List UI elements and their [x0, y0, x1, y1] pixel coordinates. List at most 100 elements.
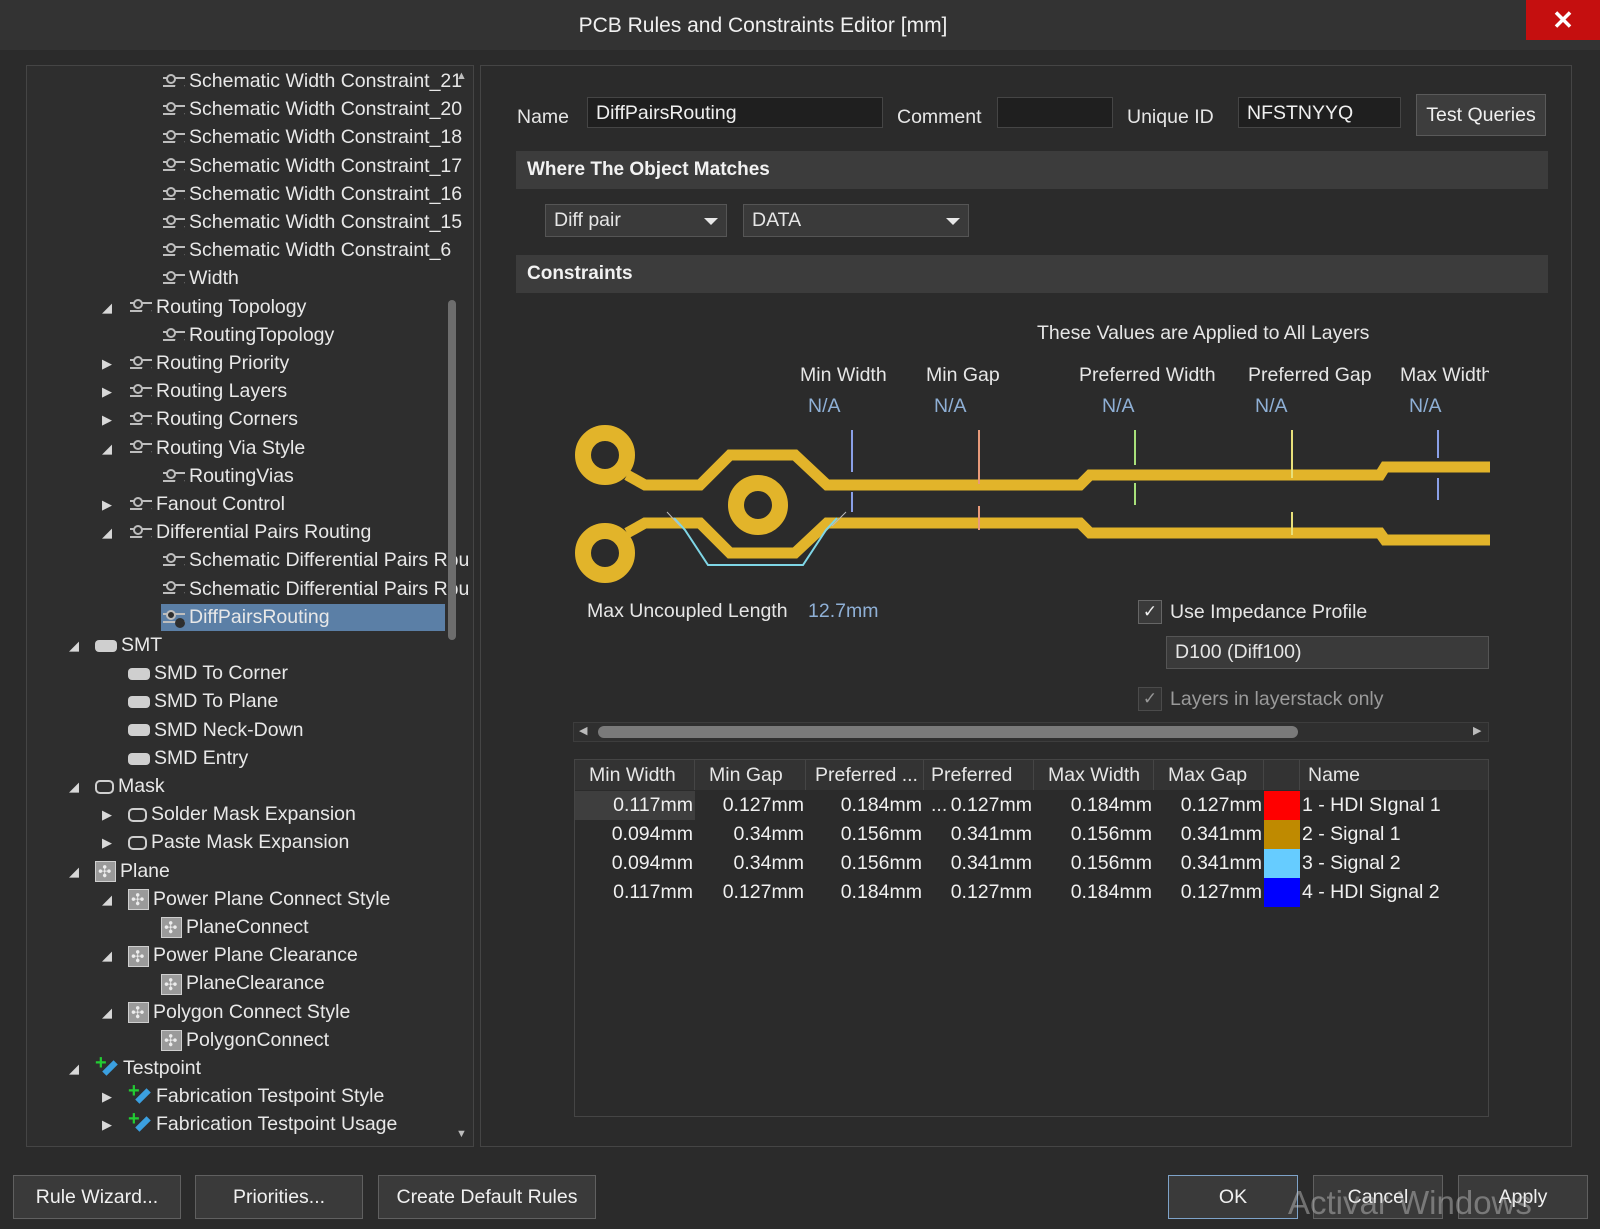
col-header-name[interactable]: Name — [1300, 760, 1488, 790]
table-cell[interactable]: 0.156mm — [806, 849, 922, 878]
collapse-arrow-icon[interactable]: ◢ — [102, 519, 114, 546]
tree-item[interactable]: ◢ Differential Pairs Routing — [102, 519, 371, 546]
tree-item[interactable]: Schematic Width Constraint_16 — [161, 181, 462, 208]
collapse-arrow-icon[interactable]: ◢ — [69, 773, 81, 800]
tree-item[interactable]: ◢ Power Plane Connect Style — [102, 886, 390, 914]
table-cell[interactable]: 0.127mm — [1146, 878, 1262, 907]
impedance-profile-select[interactable]: D100 (Diff100) — [1166, 636, 1489, 669]
col-header-preferred-gap[interactable]: Preferred ... — [924, 760, 1034, 816]
create-default-rules-button[interactable]: Create Default Rules — [378, 1175, 596, 1219]
table-cell[interactable]: 0.34mm — [688, 820, 804, 849]
table-cell[interactable]: 0.117mm — [577, 878, 693, 907]
table-cell[interactable]: 0.341mm — [1146, 849, 1262, 878]
tree-item[interactable]: Schematic Width Constraint_21 — [161, 68, 462, 95]
max-width-value[interactable]: N/A — [1409, 395, 1442, 418]
table-cell[interactable]: 0.094mm — [577, 849, 693, 878]
scroll-left-icon[interactable]: ◀ — [579, 724, 587, 737]
tree-item[interactable]: ◢ SMT — [69, 632, 162, 659]
unique-id-field[interactable]: NFSTNYYQ — [1238, 97, 1401, 128]
max-uncoupled-value[interactable]: 12.7mm — [808, 600, 878, 623]
table-cell[interactable]: 0.117mm — [577, 791, 693, 820]
tree-item[interactable]: ▶ Paste Mask Expansion — [102, 829, 349, 856]
table-cell[interactable]: 0.156mm — [1036, 849, 1152, 878]
tree-item[interactable]: Width — [161, 265, 239, 292]
table-cell[interactable]: 0.127mm — [688, 878, 804, 907]
collapse-arrow-icon[interactable]: ◢ — [69, 632, 81, 659]
tree-item[interactable]: ▶ Routing Corners — [102, 406, 298, 433]
expand-arrow-icon[interactable]: ▶ — [102, 829, 114, 856]
scope-select[interactable]: Diff pair — [545, 204, 727, 237]
collapse-arrow-icon[interactable]: ◢ — [69, 1055, 81, 1082]
col-header-min-width[interactable]: Min Width — [575, 760, 695, 790]
expand-arrow-icon[interactable]: ▶ — [102, 1111, 114, 1138]
tree-item[interactable]: ◢ Routing Topology — [102, 294, 306, 321]
tree-item[interactable]: ▶ Fabrication Testpoint Style — [102, 1078, 384, 1110]
tree-item[interactable]: PlaneConnect — [161, 914, 309, 942]
tree-item[interactable]: Schematic Width Constraint_15 — [161, 209, 462, 236]
table-cell[interactable]: 0.156mm — [806, 820, 922, 849]
collapse-arrow-icon[interactable]: ◢ — [102, 942, 114, 969]
tree-item[interactable]: ▶ Routing Layers — [102, 378, 287, 405]
close-button[interactable]: ✕ — [1526, 0, 1600, 40]
tree-item[interactable]: DiffPairsRouting — [161, 603, 445, 631]
collapse-arrow-icon[interactable]: ◢ — [102, 435, 114, 462]
table-cell[interactable]: 0.127mm — [916, 878, 1032, 907]
comment-field[interactable] — [997, 97, 1113, 128]
tree-item[interactable]: ◢ Power Plane Clearance — [102, 942, 358, 971]
scroll-right-icon[interactable]: ▶ — [1473, 724, 1481, 737]
tree-item[interactable]: SMD Neck-Down — [128, 717, 304, 744]
ok-button[interactable]: OK — [1168, 1175, 1298, 1219]
table-cell[interactable]: 0.184mm — [1036, 878, 1152, 907]
tree-item[interactable]: PolygonConnect — [161, 1027, 329, 1055]
rule-tree[interactable]: Schematic Width Constraint_21 Schematic W… — [26, 65, 474, 1147]
tree-item[interactable]: ◢ Polygon Connect Style — [102, 999, 350, 1027]
tree-scrollbar-thumb[interactable] — [448, 300, 456, 640]
expand-arrow-icon[interactable]: ▶ — [102, 406, 114, 433]
expand-arrow-icon[interactable]: ▶ — [102, 1083, 114, 1110]
expand-arrow-icon[interactable]: ▶ — [102, 801, 114, 828]
col-header-max-width[interactable]: Max Width — [1034, 760, 1154, 790]
tree-item[interactable]: ◢ Mask — [69, 773, 165, 800]
tree-item[interactable]: SMD Entry — [128, 745, 248, 772]
table-cell[interactable]: 0.341mm — [916, 849, 1032, 878]
table-cell[interactable]: 0.184mm — [806, 791, 922, 820]
table-cell[interactable]: 0.341mm — [1146, 820, 1262, 849]
scroll-down-icon[interactable]: ▼ — [456, 1128, 467, 1140]
use-impedance-checkbox[interactable]: ✓ — [1138, 600, 1162, 624]
col-header-preferred-width[interactable]: Preferred ... — [806, 760, 924, 790]
collapse-arrow-icon[interactable]: ◢ — [102, 886, 114, 913]
tree-item[interactable]: RoutingVias — [161, 463, 294, 490]
table-cell[interactable]: 0.094mm — [577, 820, 693, 849]
table-cell[interactable]: 0.156mm — [1036, 820, 1152, 849]
table-cell[interactable]: 0.341mm — [916, 820, 1032, 849]
table-cell[interactable]: 0.127mm — [1146, 791, 1262, 820]
tree-item[interactable]: ◢ Testpoint — [69, 1050, 201, 1082]
tree-item[interactable]: Schematic Width Constraint_18 — [161, 124, 462, 151]
scroll-up-icon[interactable]: ▲ — [456, 70, 467, 82]
tree-item[interactable]: ▶ Fabrication Testpoint Usage — [102, 1106, 397, 1138]
tree-item[interactable]: ▶ Solder Mask Expansion — [102, 801, 356, 828]
col-header-min-gap[interactable]: Min Gap — [695, 760, 806, 790]
table-cell[interactable]: 0.127mm — [916, 791, 1032, 820]
tree-item[interactable]: RoutingTopology — [161, 322, 334, 349]
name-field[interactable]: DiffPairsRouting — [587, 97, 883, 128]
tree-item[interactable]: Schematic Width Constraint_17 — [161, 153, 462, 180]
collapse-arrow-icon[interactable]: ◢ — [102, 999, 114, 1026]
tree-item[interactable]: ▶ Routing Priority — [102, 350, 289, 377]
table-cell[interactable]: 0.34mm — [688, 849, 804, 878]
rule-wizard-button[interactable]: Rule Wizard... — [13, 1175, 181, 1219]
tree-item[interactable]: ▶ Fanout Control — [102, 491, 285, 518]
expand-arrow-icon[interactable]: ▶ — [102, 491, 114, 518]
expand-arrow-icon[interactable]: ▶ — [102, 378, 114, 405]
tree-item[interactable]: ◢ Plane — [69, 858, 170, 886]
tree-item[interactable]: PlaneClearance — [161, 970, 325, 999]
table-cell[interactable]: 0.127mm — [688, 791, 804, 820]
net-select[interactable]: DATA — [743, 204, 969, 237]
tree-item[interactable]: SMD To Plane — [128, 688, 278, 715]
layerstack-only-checkbox[interactable]: ✓ — [1138, 687, 1162, 711]
tree-item[interactable]: Schematic Differential Pairs Rou — [161, 576, 469, 603]
test-queries-button[interactable]: Test Queries — [1416, 94, 1546, 136]
expand-arrow-icon[interactable]: ▶ — [102, 350, 114, 377]
tree-item[interactable]: Schematic Width Constraint_6 — [161, 237, 451, 264]
col-header-max-gap[interactable]: Max Gap — [1154, 760, 1264, 790]
